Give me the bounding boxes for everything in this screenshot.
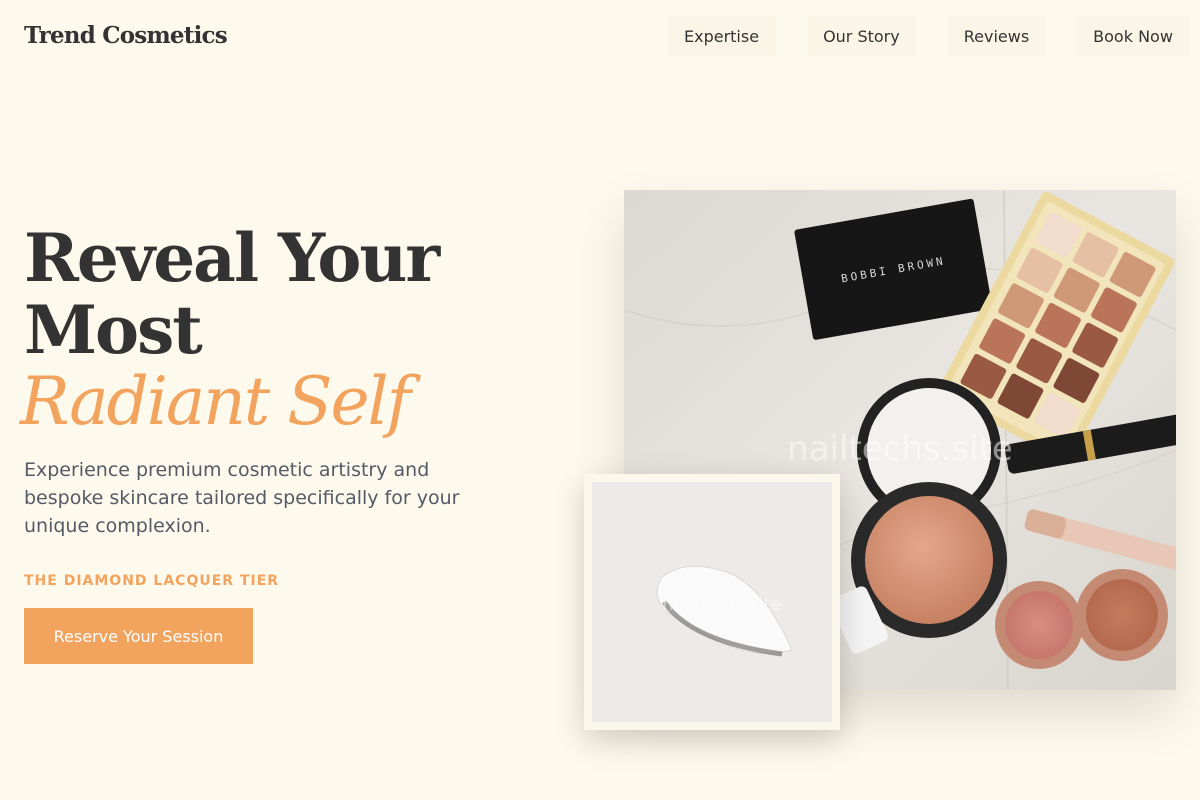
hero-headline: Reveal Your Most Radiant Self [20, 219, 440, 438]
main-nav: Expertise Our Story Reviews Book Now [668, 16, 1189, 56]
powder-compact-open-icon [851, 378, 1007, 638]
headline-accent: Radiant Self [20, 363, 411, 440]
nav-our-story[interactable]: Our Story [807, 16, 916, 56]
watermark-text: nailtechs.site [787, 429, 1013, 469]
nav-reviews[interactable]: Reviews [947, 16, 1046, 56]
nav-book-now[interactable]: Book Now [1077, 16, 1189, 56]
brand-logo[interactable]: Trend Cosmetics [24, 22, 228, 49]
nav-expertise[interactable]: Expertise [668, 16, 776, 56]
headline-line-1: Reveal Your [24, 219, 440, 297]
hero-description: Experience premium cosmetic artistry and… [24, 459, 460, 537]
cream-watermark-text: nailtechs.site [662, 594, 782, 615]
reserve-session-button[interactable]: Reserve Your Session [24, 608, 253, 664]
headline-line-2: Most [24, 291, 203, 369]
tier-label: THE DIAMOND LACQUER TIER [24, 573, 280, 589]
cream-swatch-photo: nailtechs.site [584, 474, 840, 730]
